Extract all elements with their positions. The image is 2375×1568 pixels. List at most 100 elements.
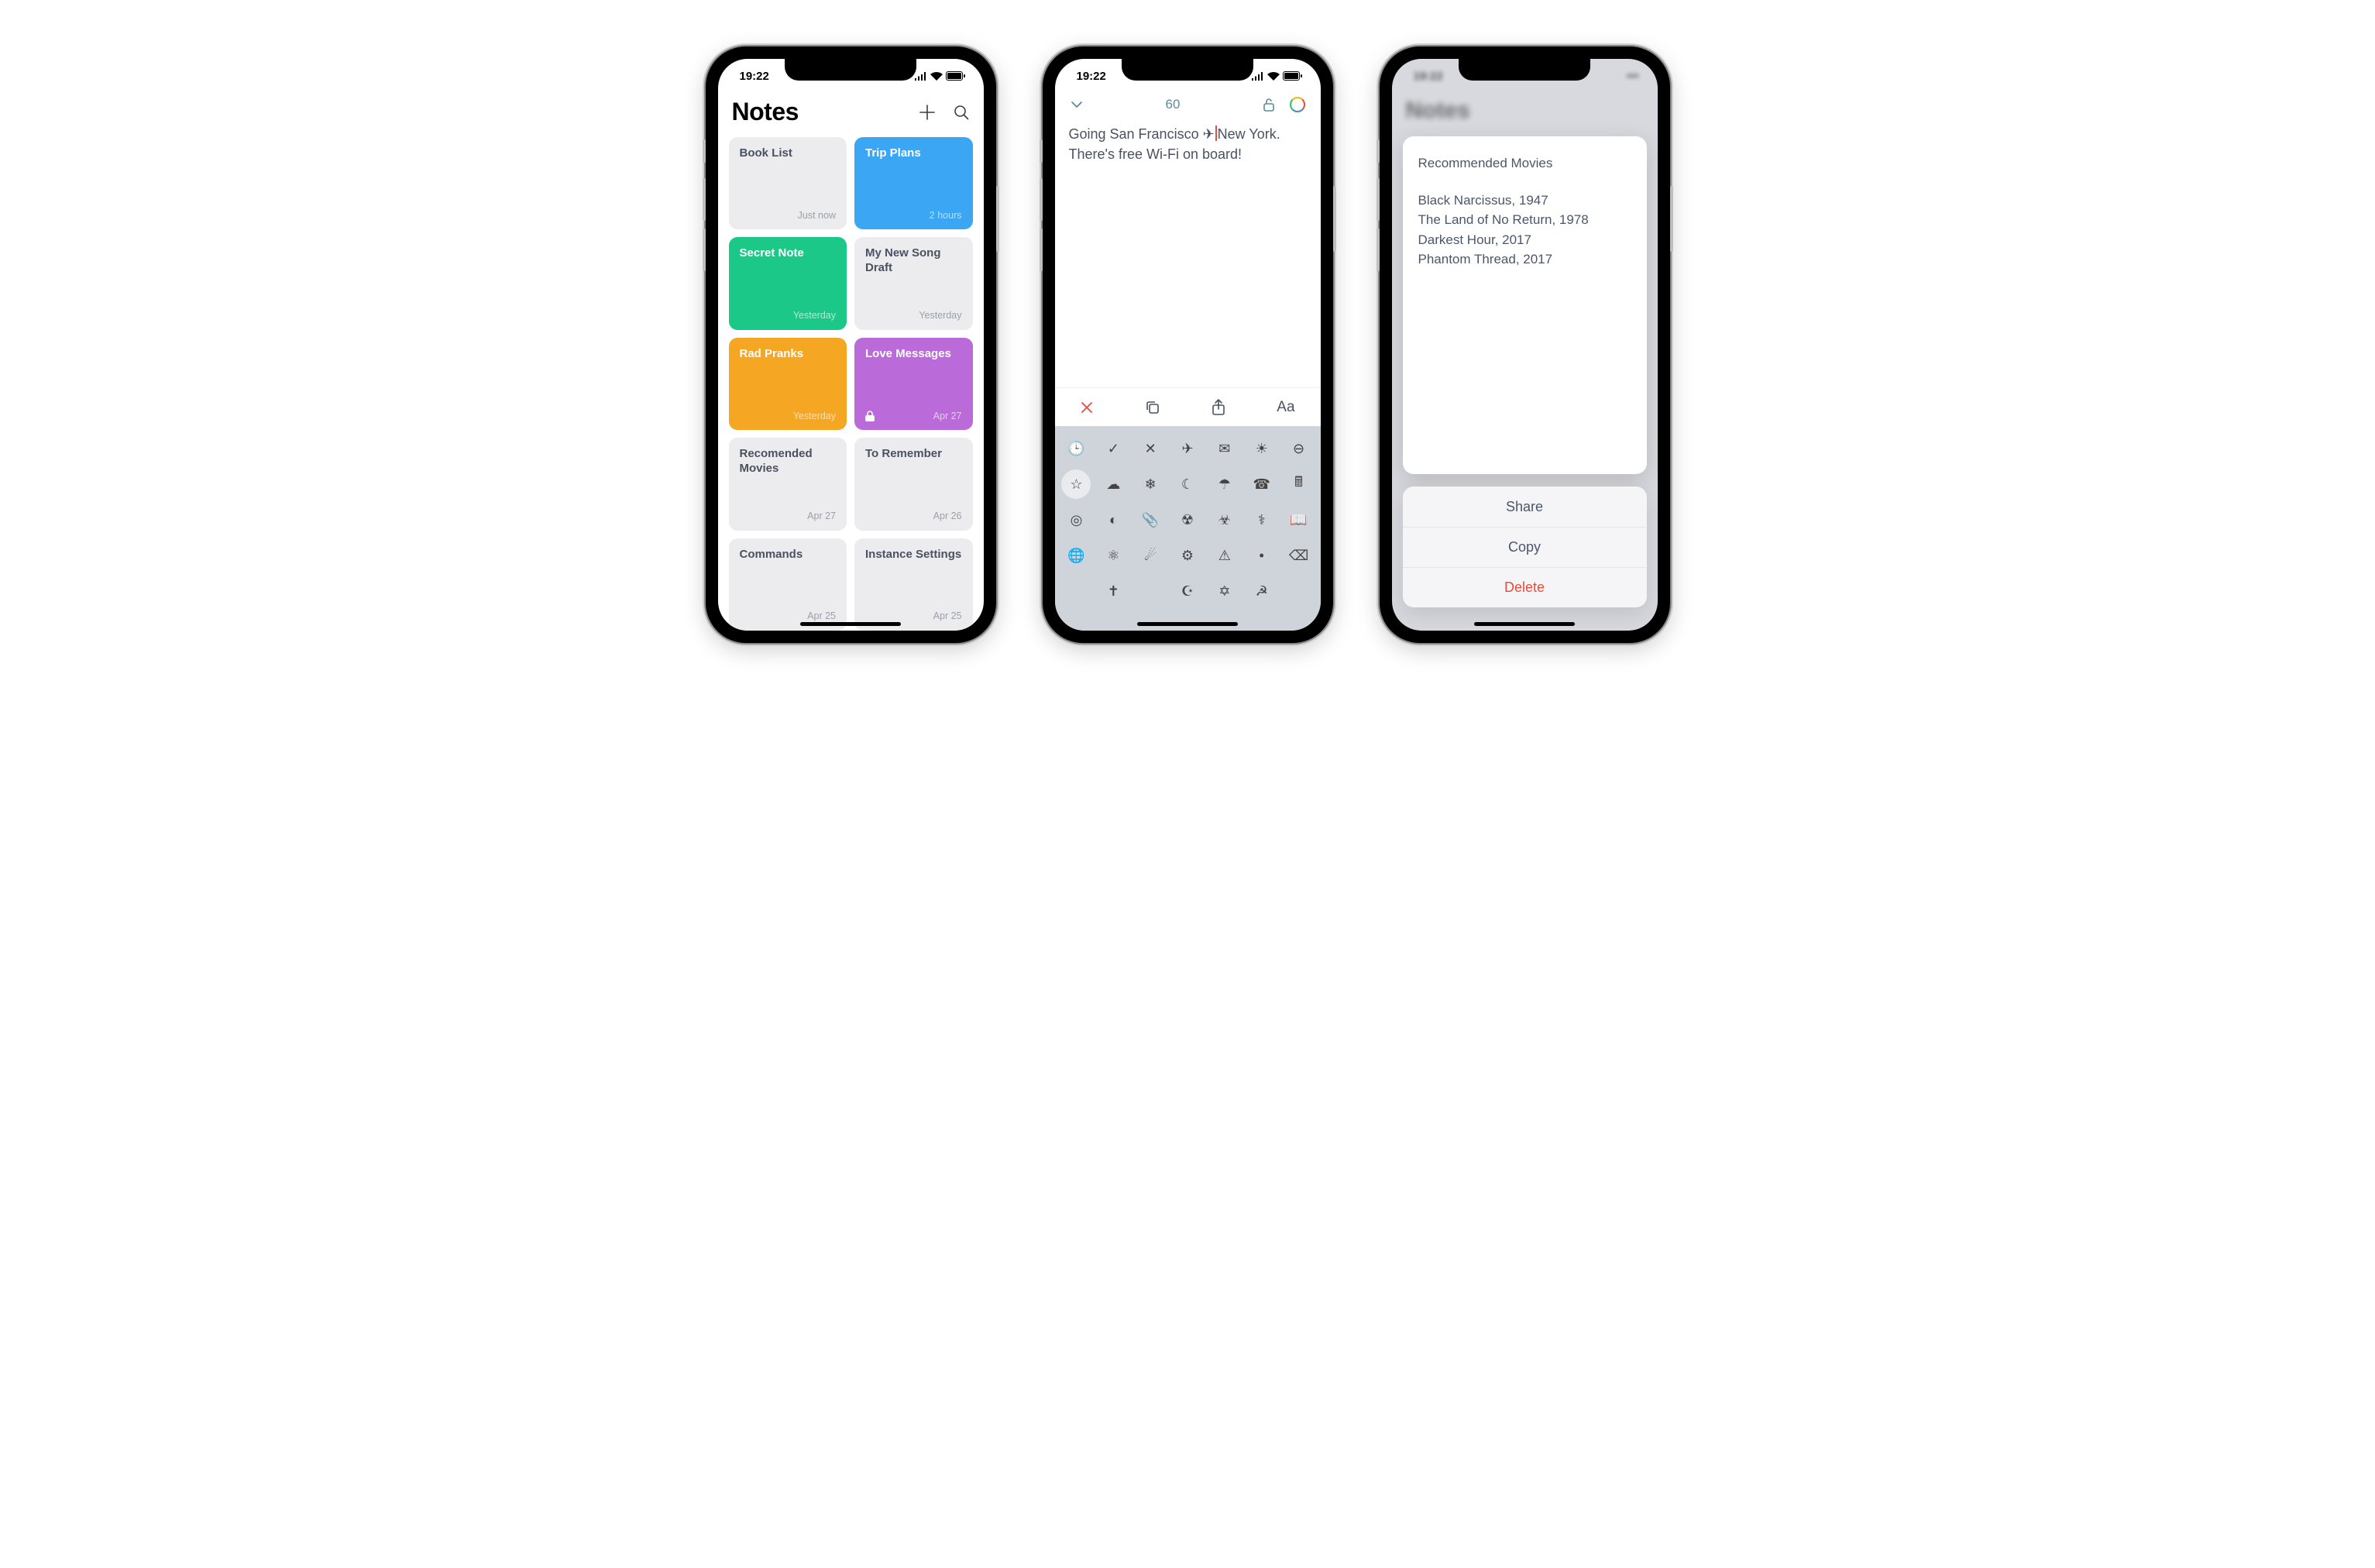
symbol-key[interactable]: ☂ (1208, 469, 1242, 499)
notes-grid: Book List Just now Trip Plans 2 hours Se… (718, 137, 984, 631)
symbol-key[interactable]: ⚙ (1170, 541, 1205, 570)
search-button[interactable] (953, 104, 970, 121)
note-time: Yesterday (740, 310, 837, 322)
status-icons (914, 71, 965, 81)
symbol-key[interactable]: ☎ (1245, 469, 1279, 499)
symbol-keyboard: 🕒✓✕✈✉☀⊖ ☆☁❄☾☂☎🖩 ◎◐📎☢☣⚕📖 🌐⚛☄⚙⚠•⌫ ✝ ☪✡☭ (1055, 426, 1321, 631)
text-cursor (1215, 126, 1217, 141)
note-time: Apr 27 (933, 411, 962, 423)
symbol-key[interactable]: 🖩 (1282, 469, 1316, 499)
symbol-key[interactable]: ✉ (1208, 434, 1242, 463)
symbol-key[interactable]: 📖 (1282, 505, 1316, 535)
note-card[interactable]: Secret Note Yesterday (729, 237, 847, 329)
note-card[interactable]: Instance Settings Apr 25 (854, 538, 973, 631)
symbol-key[interactable]: 📎 (1133, 505, 1167, 535)
note-title: My New Song Draft (865, 246, 962, 276)
preview-line: Black Narcissus, 1947 (1418, 191, 1631, 211)
symbol-key[interactable]: ☄ (1133, 541, 1167, 570)
symbol-key[interactable]: ⚕ (1245, 505, 1279, 535)
note-card[interactable]: Book List Just now (729, 137, 847, 229)
symbol-key[interactable]: ⚛ (1096, 541, 1130, 570)
duplicate-button[interactable] (1145, 400, 1160, 415)
preview-line: Phantom Thread, 2017 (1418, 249, 1631, 270)
preview-line: Darkest Hour, 2017 (1418, 230, 1631, 250)
symbol-key[interactable] (1133, 576, 1167, 606)
note-title: Recomended Movies (740, 447, 837, 476)
add-note-button[interactable] (919, 104, 936, 121)
symbol-key[interactable]: ☪ (1170, 576, 1205, 606)
status-time: 19:22 (1077, 70, 1106, 83)
text-style-button[interactable]: Aa (1277, 399, 1294, 416)
note-time: Apr 25 (740, 610, 837, 623)
symbol-key[interactable]: ⌫ (1282, 541, 1316, 570)
symbol-key[interactable]: 🌐 (1060, 541, 1094, 570)
symbol-key[interactable]: 🕒 (1060, 434, 1094, 463)
symbol-key[interactable]: ☁ (1096, 469, 1130, 499)
symbol-key[interactable]: ✓ (1096, 434, 1130, 463)
symbol-key[interactable]: ☢ (1170, 505, 1205, 535)
note-time: Yesterday (740, 411, 837, 423)
home-indicator[interactable] (1474, 622, 1575, 626)
status-icons (1251, 71, 1302, 81)
symbol-key[interactable] (1282, 576, 1316, 606)
note-time: Apr 25 (865, 610, 962, 623)
symbol-key[interactable]: ◎ (1060, 505, 1094, 535)
note-time: Apr 26 (865, 511, 962, 523)
note-card[interactable]: To Remember Apr 26 (854, 438, 973, 530)
note-card[interactable]: Commands Apr 25 (729, 538, 847, 631)
preview-title: Recommended Movies (1418, 153, 1631, 174)
note-time: Yesterday (865, 310, 962, 322)
note-title: Trip Plans (865, 146, 962, 161)
phone-frame-3: 19:22 ••• Notes Recommended Movies Black… (1380, 46, 1670, 643)
symbol-key[interactable]: ☾ (1170, 469, 1205, 499)
note-time: Apr 27 (740, 511, 837, 523)
collapse-button[interactable] (1069, 97, 1084, 112)
close-button[interactable] (1080, 401, 1094, 414)
phone-frame-2: 19:22 60 (1043, 46, 1333, 643)
lock-icon (865, 411, 875, 421)
note-card[interactable]: My New Song Draft Yesterday (854, 237, 973, 329)
home-indicator[interactable] (1137, 622, 1238, 626)
share-action[interactable]: Share (1403, 487, 1647, 527)
symbol-key[interactable]: ☣ (1208, 505, 1242, 535)
symbol-key[interactable]: ☭ (1245, 576, 1279, 606)
home-indicator[interactable] (800, 622, 901, 626)
symbol-key[interactable]: ☀ (1245, 434, 1279, 463)
note-title: Love Messages (865, 347, 962, 362)
symbol-key[interactable]: ☆ (1061, 469, 1091, 499)
blurred-title: Notes (1392, 93, 1658, 129)
color-picker-button[interactable] (1289, 96, 1306, 113)
note-card[interactable]: Love Messages Apr 27 (854, 338, 973, 430)
symbol-key[interactable]: ✝ (1096, 576, 1130, 606)
note-text: There's free Wi-Fi on board! (1069, 146, 1242, 162)
note-card[interactable]: Recomended Movies Apr 27 (729, 438, 847, 530)
symbol-key[interactable]: ✡ (1208, 576, 1242, 606)
note-card[interactable]: Trip Plans 2 hours (854, 137, 973, 229)
copy-action[interactable]: Copy (1403, 527, 1647, 567)
note-preview[interactable]: Recommended Movies Black Narcissus, 1947… (1403, 136, 1647, 474)
note-card[interactable]: Rad Pranks Yesterday (729, 338, 847, 430)
note-editor[interactable]: Going San Francisco ✈New York. There's f… (1055, 119, 1321, 169)
action-sheet: Share Copy Delete (1403, 487, 1647, 607)
share-button[interactable] (1212, 399, 1225, 416)
symbol-key[interactable]: • (1245, 541, 1279, 570)
symbol-key[interactable]: ✈ (1170, 434, 1205, 463)
symbol-key[interactable]: ✕ (1133, 434, 1167, 463)
symbol-key[interactable]: ⚠ (1208, 541, 1242, 570)
preview-line: The Land of No Return, 1978 (1418, 210, 1631, 230)
symbol-key[interactable] (1060, 576, 1094, 606)
note-title: Book List (740, 146, 837, 161)
note-time: Just now (740, 210, 837, 222)
note-title: Instance Settings (865, 548, 962, 562)
symbol-key[interactable]: ◐ (1096, 505, 1130, 535)
symbol-key[interactable]: ❄ (1133, 469, 1167, 499)
editor-toolbar: Aa (1055, 387, 1321, 426)
note-title: Rad Pranks (740, 347, 837, 362)
page-title: Notes (732, 98, 799, 126)
note-text: Going San Francisco ✈ (1069, 126, 1215, 142)
note-title: Secret Note (740, 246, 837, 261)
lock-toggle-button[interactable] (1261, 97, 1277, 112)
note-text: New York. (1218, 126, 1280, 142)
symbol-key[interactable]: ⊖ (1282, 434, 1316, 463)
delete-action[interactable]: Delete (1403, 567, 1647, 607)
